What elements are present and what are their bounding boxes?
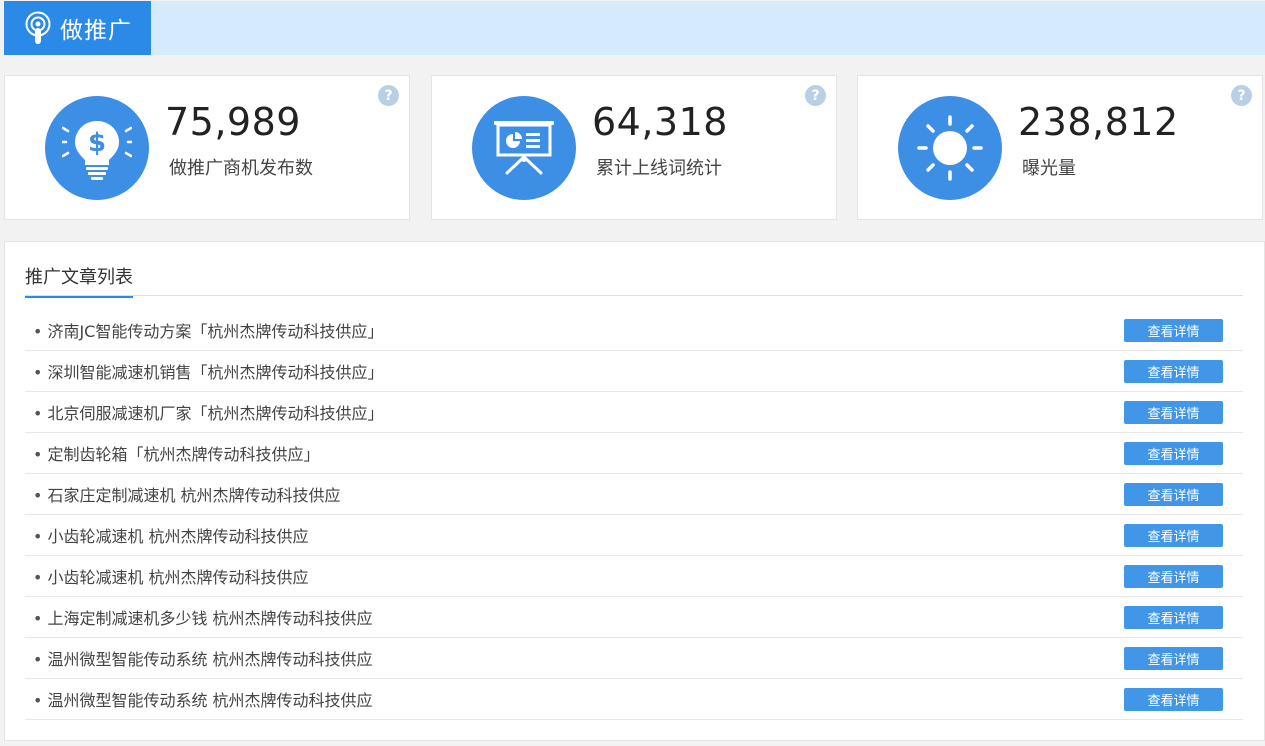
article-title[interactable]: 上海定制减速机多少钱 杭州杰牌传动科技供应	[25, 605, 372, 629]
help-icon[interactable]: ?	[1231, 85, 1252, 106]
article-title[interactable]: 定制齿轮箱「杭州杰牌传动科技供应」	[25, 441, 319, 465]
article-title[interactable]: 北京伺服减速机厂家「杭州杰牌传动科技供应」	[25, 400, 383, 424]
view-details-button[interactable]: 查看详情	[1124, 400, 1223, 424]
view-details-button[interactable]: 查看详情	[1124, 441, 1223, 465]
view-details-button[interactable]: 查看详情	[1124, 605, 1223, 629]
presentation-board-icon	[472, 96, 576, 200]
brand-tab[interactable]: 做推广	[4, 1, 151, 55]
help-icon[interactable]: ?	[378, 85, 399, 106]
article-list: 济南JC智能传动方案「杭州杰牌传动科技供应」 查看详情 深圳智能减速机销售「杭州…	[25, 310, 1243, 720]
list-item: 温州微型智能传动系统 杭州杰牌传动科技供应 查看详情	[25, 679, 1243, 720]
stat-value: 64,318	[592, 100, 728, 144]
list-item: 上海定制减速机多少钱 杭州杰牌传动科技供应 查看详情	[25, 597, 1243, 638]
article-title[interactable]: 小齿轮减速机 杭州杰牌传动科技供应	[25, 523, 308, 547]
stat-value: 238,812	[1018, 100, 1179, 144]
article-title[interactable]: 温州微型智能传动系统 杭州杰牌传动科技供应	[25, 687, 372, 711]
article-title[interactable]: 温州微型智能传动系统 杭州杰牌传动科技供应	[25, 646, 372, 670]
list-item: 石家庄定制减速机 杭州杰牌传动科技供应 查看详情	[25, 474, 1243, 515]
top-bar: 做推广	[4, 1, 1265, 55]
help-icon[interactable]: ?	[805, 85, 826, 106]
stat-card-keywords: 64,318 累计上线词统计 ?	[431, 75, 837, 220]
list-item: 北京伺服减速机厂家「杭州杰牌传动科技供应」 查看详情	[25, 392, 1243, 433]
sun-icon	[898, 96, 1002, 200]
view-details-button[interactable]: 查看详情	[1124, 318, 1223, 342]
list-item: 小齿轮减速机 杭州杰牌传动科技供应 查看详情	[25, 556, 1243, 597]
page-title: 做推广	[60, 18, 132, 44]
list-item: 济南JC智能传动方案「杭州杰牌传动科技供应」 查看详情	[25, 310, 1243, 351]
panel-title: 推广文章列表	[25, 263, 133, 298]
view-details-button[interactable]: 查看详情	[1124, 564, 1223, 588]
view-details-button[interactable]: 查看详情	[1124, 687, 1223, 711]
svg-text:$: $	[88, 128, 106, 158]
article-title[interactable]: 小齿轮减速机 杭州杰牌传动科技供应	[25, 564, 308, 588]
stat-label: 累计上线词统计	[596, 158, 722, 179]
panel-header: 推广文章列表	[25, 242, 1243, 298]
stat-label: 做推广商机发布数	[169, 158, 313, 179]
view-details-button[interactable]: 查看详情	[1124, 359, 1223, 383]
article-title[interactable]: 深圳智能减速机销售「杭州杰牌传动科技供应」	[25, 359, 383, 383]
view-details-button[interactable]: 查看详情	[1124, 482, 1223, 506]
view-details-button[interactable]: 查看详情	[1124, 523, 1223, 547]
stat-label: 曝光量	[1022, 158, 1076, 179]
list-item: 深圳智能减速机销售「杭州杰牌传动科技供应」 查看详情	[25, 351, 1243, 392]
view-details-button[interactable]: 查看详情	[1124, 646, 1223, 670]
article-title[interactable]: 济南JC智能传动方案「杭州杰牌传动科技供应」	[25, 318, 383, 342]
article-title[interactable]: 石家庄定制减速机 杭州杰牌传动科技供应	[25, 482, 340, 506]
podcast-icon	[24, 11, 52, 45]
stat-value: 75,989	[165, 100, 301, 144]
article-list-panel: 推广文章列表 济南JC智能传动方案「杭州杰牌传动科技供应」 查看详情 深圳智能减…	[4, 241, 1265, 741]
list-item: 小齿轮减速机 杭州杰牌传动科技供应 查看详情	[25, 515, 1243, 556]
stat-card-exposure: 238,812 曝光量 ?	[857, 75, 1263, 220]
list-item: 定制齿轮箱「杭州杰牌传动科技供应」 查看详情	[25, 433, 1243, 474]
list-item: 温州微型智能传动系统 杭州杰牌传动科技供应 查看详情	[25, 638, 1243, 679]
stat-card-leads: $ 75,989 做推广商机发布数 ?	[4, 75, 410, 220]
money-bulb-icon: $	[45, 96, 149, 200]
